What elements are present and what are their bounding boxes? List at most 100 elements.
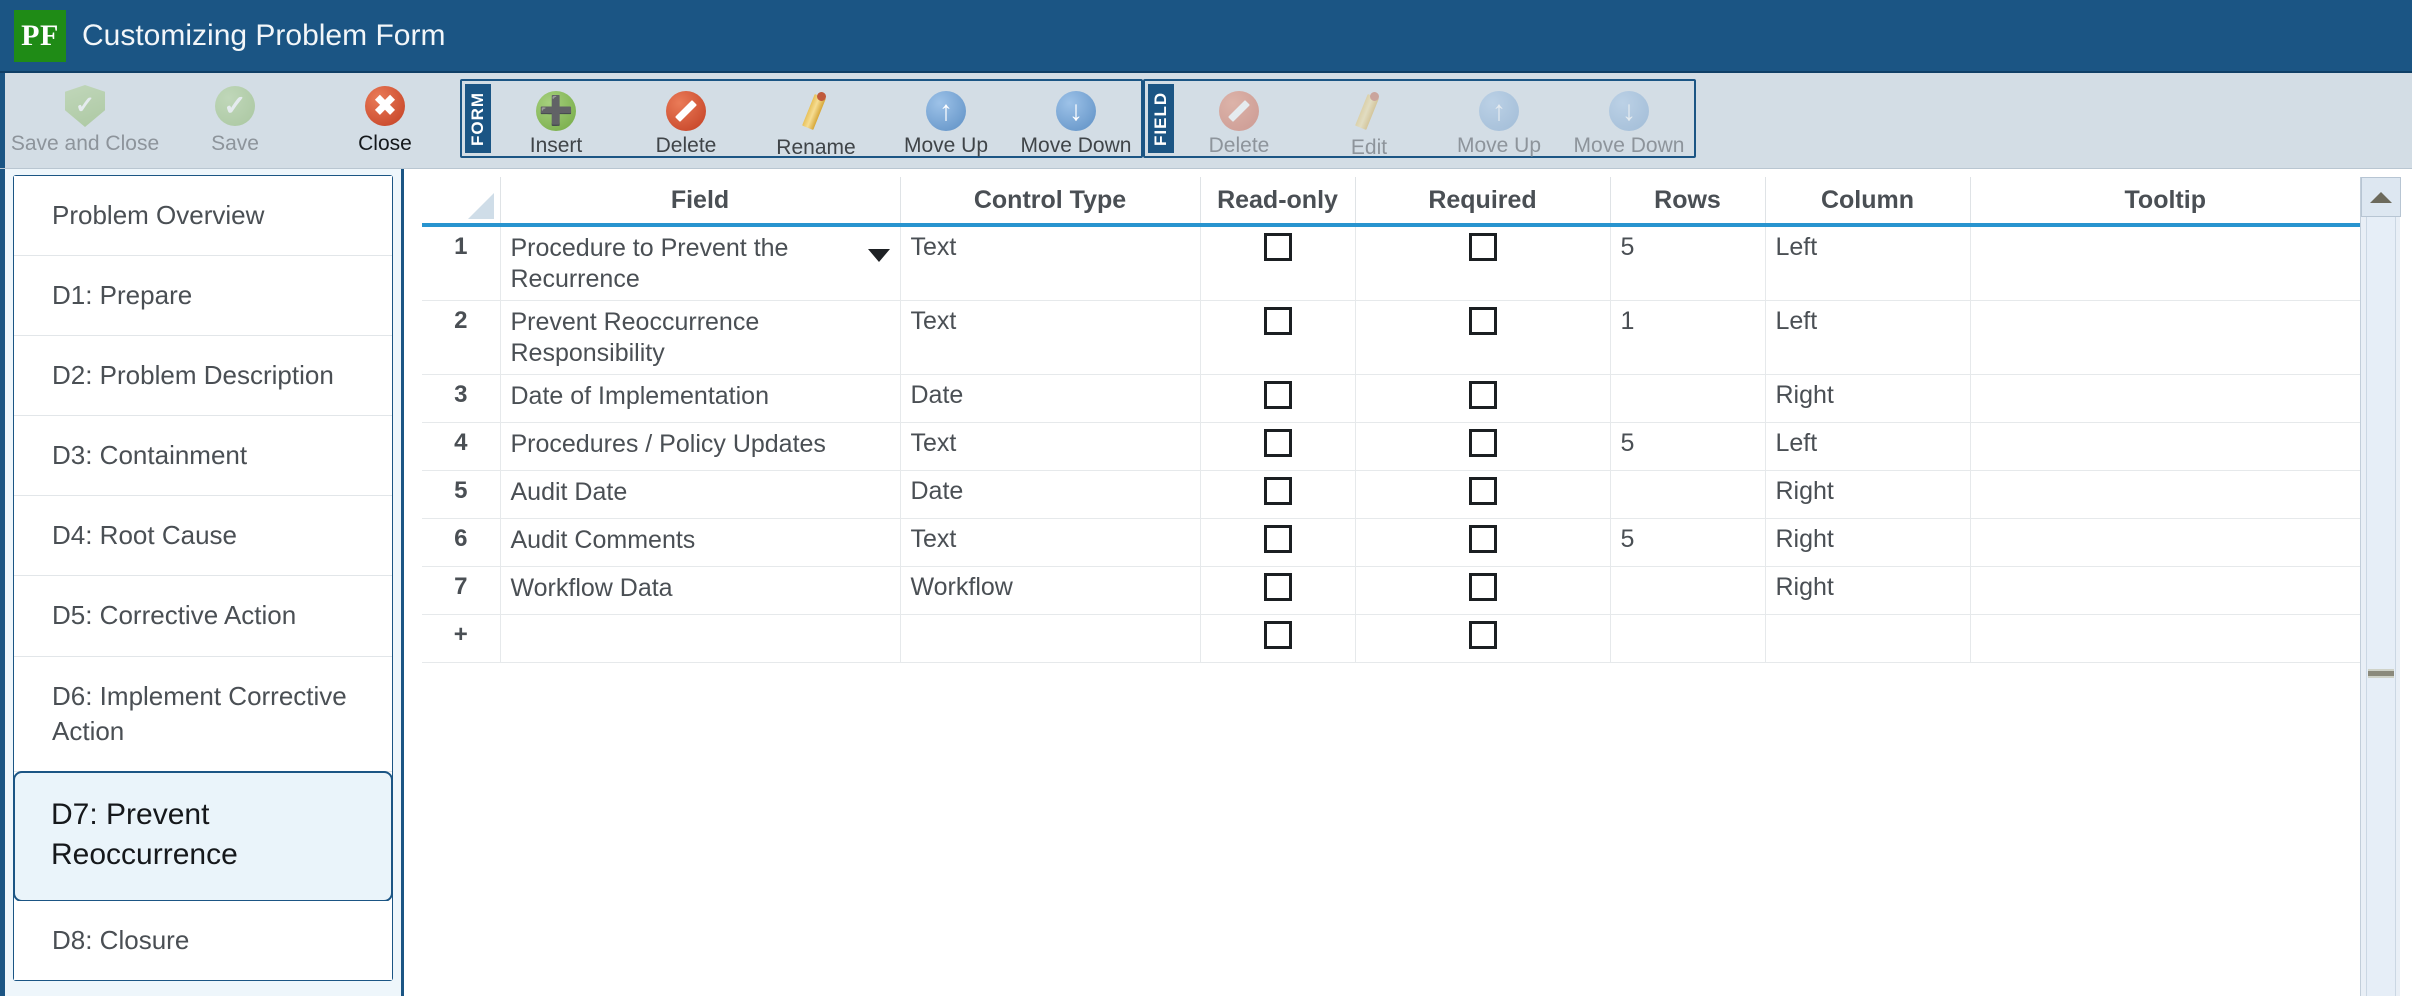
table-row[interactable]: 7 Workflow Data Workflow Right xyxy=(422,566,2360,615)
read-only-checkbox[interactable] xyxy=(1263,525,1292,553)
cell-required[interactable] xyxy=(1355,614,1611,663)
required-checkbox[interactable] xyxy=(1468,381,1497,409)
save-and-close-button[interactable]: ✓ Save and Close xyxy=(10,73,160,168)
cell-field[interactable]: Prevent Reoccurrence Responsibility xyxy=(500,300,901,375)
cell-control-type[interactable]: Workflow xyxy=(900,566,1201,615)
vertical-scrollbar[interactable] xyxy=(2360,177,2401,996)
cell-field[interactable]: Procedures / Policy Updates xyxy=(500,422,901,471)
read-only-checkbox[interactable] xyxy=(1263,233,1292,261)
cell-column[interactable]: Left xyxy=(1765,300,1971,375)
sidebar-item-d5-corrective-action[interactable]: D5: Corrective Action xyxy=(14,576,392,657)
cell-control-type[interactable]: Text xyxy=(900,225,1201,301)
cell-rows[interactable]: 5 xyxy=(1610,422,1766,471)
cell-read-only[interactable] xyxy=(1200,518,1356,567)
table-add-row[interactable]: + xyxy=(422,614,2360,663)
cell-tooltip[interactable] xyxy=(1970,470,2360,519)
column-header-index[interactable] xyxy=(422,177,501,227)
scrollbar-track[interactable] xyxy=(2365,217,2396,996)
cell-field[interactable]: Procedure to Prevent the Recurrence xyxy=(500,225,901,301)
required-checkbox[interactable] xyxy=(1468,525,1497,553)
add-row-button[interactable]: + xyxy=(422,614,501,663)
form-delete-button[interactable]: Delete xyxy=(621,81,751,157)
sidebar-item-problem-overview[interactable]: Problem Overview xyxy=(14,176,392,257)
cell-column[interactable]: Left xyxy=(1765,225,1971,301)
sidebar-item-d7-prevent-reoccurrence[interactable]: D7: Prevent Reoccurrence xyxy=(13,770,393,902)
row-index[interactable]: 6 xyxy=(422,518,501,567)
cell-tooltip[interactable] xyxy=(1970,422,2360,471)
cell-field[interactable]: Workflow Data xyxy=(500,566,901,615)
cell-rows[interactable]: 1 xyxy=(1610,300,1766,375)
column-header-read-only[interactable]: Read-only xyxy=(1200,177,1356,227)
row-index[interactable]: 3 xyxy=(422,374,501,423)
read-only-checkbox[interactable] xyxy=(1263,381,1292,409)
cell-column[interactable]: Right xyxy=(1765,470,1971,519)
required-checkbox[interactable] xyxy=(1468,307,1497,335)
required-checkbox[interactable] xyxy=(1468,477,1497,505)
cell-read-only[interactable] xyxy=(1200,422,1356,471)
form-insert-button[interactable]: ➕ Insert xyxy=(491,81,621,157)
cell-required[interactable] xyxy=(1355,518,1611,567)
cell-control-type[interactable]: Text xyxy=(900,518,1201,567)
cell-control-type[interactable]: Text xyxy=(900,422,1201,471)
row-index[interactable]: 5 xyxy=(422,470,501,519)
cell-column[interactable] xyxy=(1765,614,1971,663)
read-only-checkbox[interactable] xyxy=(1263,477,1292,505)
field-move-up-button[interactable]: ↑ Move Up xyxy=(1434,81,1564,157)
cell-tooltip[interactable] xyxy=(1970,566,2360,615)
required-checkbox[interactable] xyxy=(1468,621,1497,649)
cell-rows[interactable]: 5 xyxy=(1610,518,1766,567)
field-move-down-button[interactable]: ↓ Move Down xyxy=(1564,81,1694,157)
cell-required[interactable] xyxy=(1355,566,1611,615)
table-row[interactable]: 5 Audit Date Date Right xyxy=(422,470,2360,519)
read-only-checkbox[interactable] xyxy=(1263,621,1292,649)
row-index[interactable]: 7 xyxy=(422,566,501,615)
table-row[interactable]: 4 Procedures / Policy Updates Text 5 Left xyxy=(422,422,2360,471)
read-only-checkbox[interactable] xyxy=(1263,573,1292,601)
save-button[interactable]: ✓ Save xyxy=(160,73,310,168)
table-row[interactable]: 2 Prevent Reoccurrence Responsibility Text… xyxy=(422,300,2360,375)
scroll-grip-icon[interactable] xyxy=(2367,669,2394,678)
row-index[interactable]: 2 xyxy=(422,300,501,375)
column-header-column[interactable]: Column xyxy=(1765,177,1971,227)
cell-tooltip[interactable] xyxy=(1970,518,2360,567)
cell-read-only[interactable] xyxy=(1200,225,1356,301)
cell-required[interactable] xyxy=(1355,422,1611,471)
form-move-down-button[interactable]: ↓ Move Down xyxy=(1011,81,1141,157)
cell-required[interactable] xyxy=(1355,300,1611,375)
required-checkbox[interactable] xyxy=(1468,429,1497,457)
cell-column[interactable]: Left xyxy=(1765,422,1971,471)
column-header-required[interactable]: Required xyxy=(1355,177,1611,227)
sidebar-item-d3-containment[interactable]: D3: Containment xyxy=(14,416,392,497)
column-header-tooltip[interactable]: Tooltip xyxy=(1970,177,2360,227)
close-button[interactable]: ✖ Close xyxy=(310,73,460,168)
cell-field[interactable]: Date of Implementation xyxy=(500,374,901,423)
cell-field[interactable]: Audit Comments xyxy=(500,518,901,567)
cell-control-type[interactable]: Date xyxy=(900,374,1201,423)
cell-read-only[interactable] xyxy=(1200,300,1356,375)
cell-read-only[interactable] xyxy=(1200,566,1356,615)
sidebar-item-d2-problem-description[interactable]: D2: Problem Description xyxy=(14,336,392,417)
field-delete-button[interactable]: Delete xyxy=(1174,81,1304,157)
column-header-field[interactable]: Field xyxy=(500,177,901,227)
cell-tooltip[interactable] xyxy=(1970,374,2360,423)
cell-tooltip[interactable] xyxy=(1970,614,2360,663)
sidebar-item-d6-implement-corrective-action[interactable]: D6: Implement Corrective Action xyxy=(14,656,392,772)
cell-control-type[interactable]: Text xyxy=(900,300,1201,375)
cell-column[interactable]: Right xyxy=(1765,518,1971,567)
cell-control-type[interactable]: Date xyxy=(900,470,1201,519)
row-index[interactable]: 4 xyxy=(422,422,501,471)
cell-rows[interactable]: 5 xyxy=(1610,225,1766,301)
cell-column[interactable]: Right xyxy=(1765,566,1971,615)
form-move-up-button[interactable]: ↑ Move Up xyxy=(881,81,1011,157)
cell-tooltip[interactable] xyxy=(1970,225,2360,301)
cell-required[interactable] xyxy=(1355,225,1611,301)
cell-field[interactable] xyxy=(500,614,901,663)
table-row[interactable]: 6 Audit Comments Text 5 Right xyxy=(422,518,2360,567)
cell-field[interactable]: Audit Date xyxy=(500,470,901,519)
sidebar-item-d8-closure[interactable]: D8: Closure xyxy=(14,900,392,980)
read-only-checkbox[interactable] xyxy=(1263,307,1292,335)
sidebar-item-d1-prepare[interactable]: D1: Prepare xyxy=(14,256,392,337)
required-checkbox[interactable] xyxy=(1468,573,1497,601)
table-row[interactable]: 1 Procedure to Prevent the Recurrence Text… xyxy=(422,225,2360,301)
read-only-checkbox[interactable] xyxy=(1263,429,1292,457)
